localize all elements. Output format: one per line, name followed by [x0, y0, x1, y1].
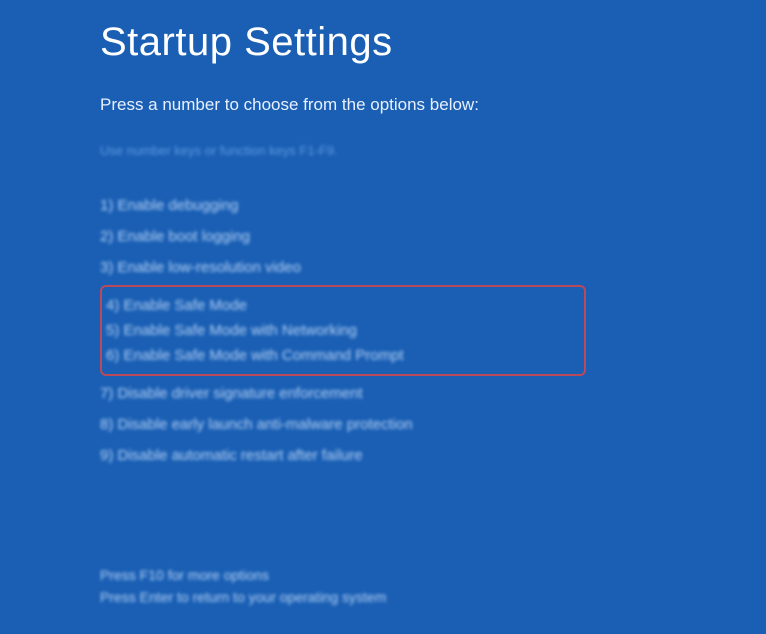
option-3-low-res-video[interactable]: 3) Enable low-resolution video	[100, 256, 766, 279]
page-title: Startup Settings	[100, 20, 766, 65]
option-1-debugging[interactable]: 1) Enable debugging	[100, 194, 766, 217]
options-list: 1) Enable debugging 2) Enable boot loggi…	[100, 194, 766, 467]
hint-text: Use number keys or function keys F1-F9.	[100, 143, 766, 158]
safe-mode-highlight: 4) Enable Safe Mode 5) Enable Safe Mode …	[100, 285, 586, 376]
footer-instructions: Press F10 for more options Press Enter t…	[100, 567, 766, 605]
return-hint: Press Enter to return to your operating …	[100, 589, 766, 605]
option-9-auto-restart[interactable]: 9) Disable automatic restart after failu…	[100, 444, 766, 467]
option-5-safe-mode-networking[interactable]: 5) Enable Safe Mode with Networking	[106, 318, 574, 343]
option-6-safe-mode-command-prompt[interactable]: 6) Enable Safe Mode with Command Prompt	[106, 343, 574, 368]
option-2-boot-logging[interactable]: 2) Enable boot logging	[100, 225, 766, 248]
more-options-hint: Press F10 for more options	[100, 567, 766, 583]
option-4-safe-mode[interactable]: 4) Enable Safe Mode	[106, 293, 574, 318]
option-8-anti-malware[interactable]: 8) Disable early launch anti-malware pro…	[100, 413, 766, 436]
instruction-text: Press a number to choose from the option…	[100, 95, 766, 115]
option-7-driver-signature[interactable]: 7) Disable driver signature enforcement	[100, 382, 766, 405]
